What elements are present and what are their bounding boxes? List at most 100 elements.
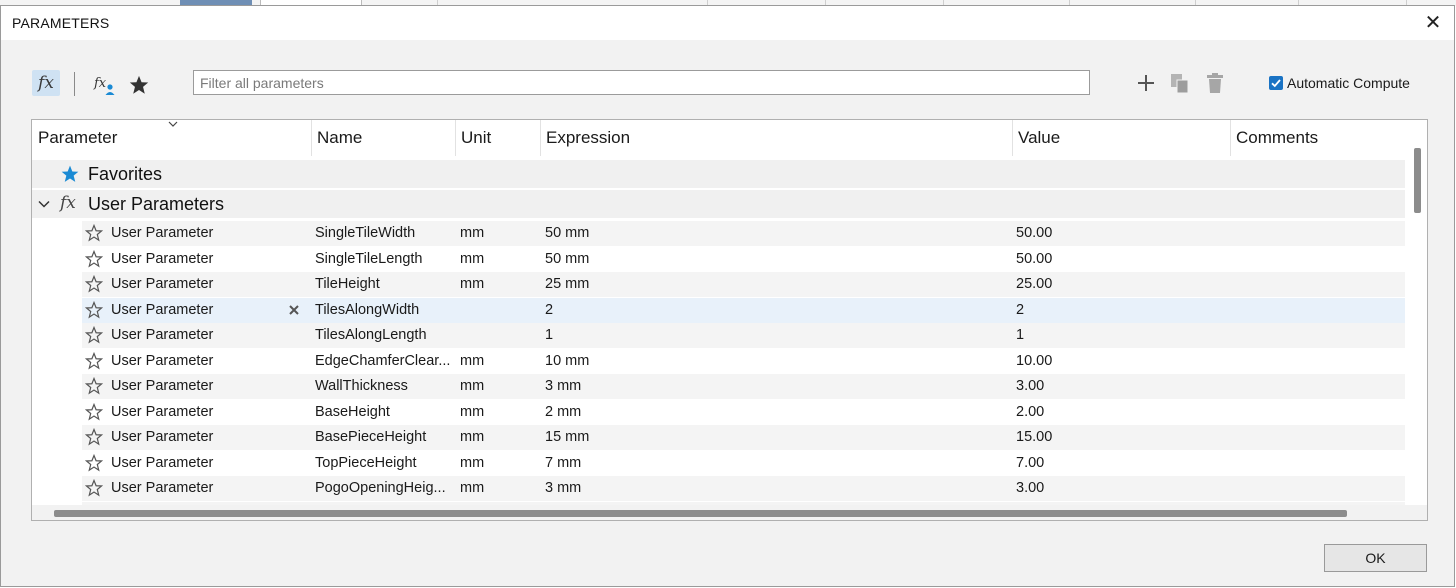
- table-row[interactable]: User Parameter TileHeight mm 25 mm 25.00: [82, 272, 1407, 297]
- checkmark-icon: [1271, 79, 1281, 88]
- name-cell[interactable]: PogoOpeningHeig...: [315, 476, 446, 501]
- copy-icon[interactable]: [1170, 73, 1190, 95]
- expression-cell[interactable]: 2 mm: [545, 400, 581, 425]
- vertical-scrollbar-thumb[interactable]: [1414, 148, 1421, 213]
- unit-cell[interactable]: mm: [460, 272, 484, 297]
- expression-cell[interactable]: 15 mm: [545, 425, 589, 450]
- table-row[interactable]: User Parameter SingleTileWidth mm 50 mm 50.0…: [82, 221, 1407, 246]
- expression-cell[interactable]: 2: [545, 298, 553, 323]
- star-outline-icon[interactable]: [85, 224, 103, 242]
- unit-cell[interactable]: mm: [460, 247, 484, 272]
- unit-cell[interactable]: mm: [460, 221, 484, 246]
- expression-cell[interactable]: 7 mm: [545, 451, 581, 476]
- table-row[interactable]: User Parameter TilesAlongLength 1 1: [82, 323, 1407, 348]
- unit-cell[interactable]: mm: [460, 476, 484, 501]
- star-outline-icon[interactable]: [85, 249, 103, 268]
- value-cell[interactable]: 7.00: [1016, 451, 1044, 476]
- chevron-down-icon[interactable]: [38, 200, 50, 208]
- column-header-value[interactable]: Value: [1012, 120, 1231, 156]
- param-cell: User Parameter: [111, 327, 214, 343]
- table-row[interactable]: User Parameter PogoOpeningHeig... mm 3 mm 3.…: [82, 476, 1407, 501]
- name-cell[interactable]: BasePieceHeight: [315, 425, 426, 450]
- star-outline-icon[interactable]: [85, 479, 103, 497]
- filter-input[interactable]: [193, 70, 1090, 95]
- group-user-parameters[interactable]: fx User Parameters: [32, 190, 1407, 218]
- expression-cell[interactable]: 1: [545, 323, 553, 348]
- horizontal-scrollbar-thumb[interactable]: [54, 510, 1347, 517]
- column-header-name[interactable]: Name: [311, 120, 456, 156]
- unit-cell[interactable]: mm: [460, 451, 484, 476]
- star-outline-icon[interactable]: [85, 326, 103, 344]
- expression-cell[interactable]: 3 mm: [545, 476, 581, 501]
- vertical-scrollbar[interactable]: [1405, 120, 1427, 520]
- table-row[interactable]: User Parameter EdgeChamferClear... mm 10 mm…: [82, 349, 1407, 374]
- value-cell[interactable]: 15.00: [1016, 425, 1052, 450]
- parameters-dialog: PARAMETERS ✕ fx fx Automatic Compute Par…: [0, 5, 1455, 587]
- value-cell[interactable]: 25.00: [1016, 272, 1052, 297]
- column-header-expression[interactable]: Expression: [540, 120, 1013, 156]
- ok-button[interactable]: OK: [1324, 544, 1427, 572]
- group-label: Favorites: [88, 164, 163, 184]
- table-row[interactable]: User Parameter TilesAlongWidth 2 2: [82, 297, 1407, 323]
- table-row[interactable]: User Parameter WallThickness mm 3 mm 3.00: [82, 374, 1407, 399]
- automatic-compute-toggle[interactable]: Automatic Compute: [1269, 73, 1410, 93]
- fx-user-icon[interactable]: fx: [93, 72, 117, 96]
- name-cell[interactable]: WallThickness: [315, 374, 408, 399]
- automatic-compute-checkbox[interactable]: [1269, 76, 1283, 90]
- table-row[interactable]: User Parameter TopPieceHeight mm 7 mm 7.00: [82, 451, 1407, 476]
- star-icon[interactable]: [128, 74, 150, 96]
- expression-cell[interactable]: 3 mm: [545, 374, 581, 399]
- x-mark-icon[interactable]: [288, 304, 300, 316]
- unit-cell[interactable]: mm: [460, 425, 484, 450]
- dialog-titlebar: PARAMETERS ✕: [1, 6, 1454, 40]
- star-outline-icon[interactable]: [85, 402, 103, 421]
- param-cell: User Parameter: [111, 454, 214, 471]
- param-cell: User Parameter: [111, 480, 214, 496]
- param-cell: User Parameter: [111, 352, 214, 369]
- value-cell[interactable]: 3.00: [1016, 374, 1044, 399]
- expression-cell[interactable]: 25 mm: [545, 272, 589, 297]
- column-header-comments[interactable]: Comments: [1230, 120, 1407, 156]
- star-outline-icon[interactable]: [85, 275, 103, 293]
- value-cell[interactable]: 50.00: [1016, 221, 1052, 246]
- value-cell[interactable]: 2.00: [1016, 400, 1044, 425]
- unit-cell[interactable]: mm: [460, 349, 484, 374]
- name-cell[interactable]: TilesAlongWidth: [315, 298, 419, 323]
- plus-icon[interactable]: [1136, 73, 1156, 93]
- table-header: Parameter Name Unit Expression Value Com…: [32, 120, 1407, 156]
- column-header-unit[interactable]: Unit: [455, 120, 541, 156]
- name-cell[interactable]: BaseHeight: [315, 400, 390, 425]
- name-cell[interactable]: TileHeight: [315, 272, 380, 297]
- value-cell[interactable]: 3.00: [1016, 476, 1044, 501]
- trash-icon[interactable]: [1206, 72, 1224, 94]
- expression-cell[interactable]: 10 mm: [545, 349, 589, 374]
- toolbar-divider: [74, 72, 75, 96]
- name-cell[interactable]: SingleTileLength: [315, 247, 422, 272]
- value-cell[interactable]: 50.00: [1016, 247, 1052, 272]
- svg-text:fx: fx: [93, 76, 107, 91]
- unit-cell[interactable]: mm: [460, 374, 484, 399]
- star-outline-icon[interactable]: [85, 300, 103, 319]
- expression-cell[interactable]: 50 mm: [545, 247, 589, 272]
- name-cell[interactable]: SingleTileWidth: [315, 221, 415, 246]
- expression-cell[interactable]: 50 mm: [545, 221, 589, 246]
- table-row[interactable]: User Parameter SingleTileLength mm 50 mm 50.…: [82, 247, 1407, 272]
- table-row[interactable]: User Parameter BaseHeight mm 2 mm 2.00: [82, 400, 1407, 425]
- name-cell[interactable]: TopPieceHeight: [315, 451, 417, 476]
- unit-cell[interactable]: mm: [460, 400, 484, 425]
- group-favorites[interactable]: Favorites: [32, 160, 1407, 188]
- star-outline-icon[interactable]: [85, 428, 103, 446]
- star-outline-icon[interactable]: [85, 377, 103, 395]
- horizontal-scrollbar[interactable]: [32, 505, 1427, 520]
- value-cell[interactable]: 1: [1016, 323, 1024, 348]
- name-cell[interactable]: TilesAlongLength: [315, 323, 427, 348]
- fx-icon[interactable]: fx: [32, 70, 60, 96]
- star-outline-icon[interactable]: [85, 351, 103, 370]
- name-cell[interactable]: EdgeChamferClear...: [315, 349, 450, 374]
- star-outline-icon[interactable]: [85, 453, 103, 472]
- value-cell[interactable]: 10.00: [1016, 349, 1052, 374]
- close-icon[interactable]: ✕: [1422, 12, 1444, 34]
- table-row[interactable]: User Parameter BasePieceHeight mm 15 mm 15.0…: [82, 425, 1407, 450]
- chevron-down-icon[interactable]: [168, 120, 178, 128]
- value-cell[interactable]: 2: [1016, 298, 1024, 323]
